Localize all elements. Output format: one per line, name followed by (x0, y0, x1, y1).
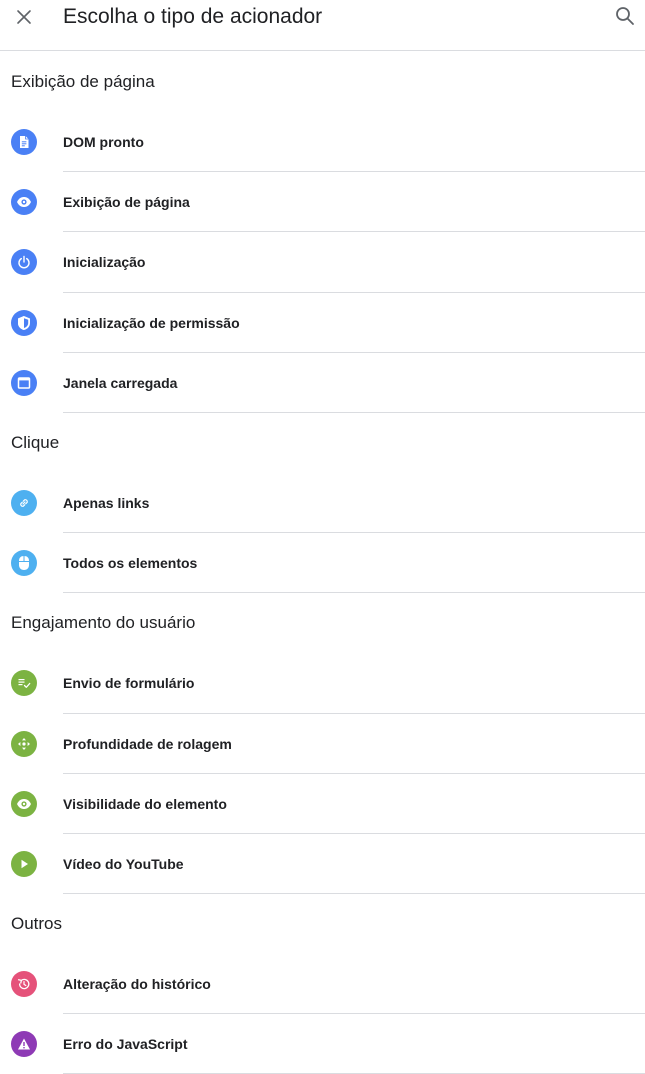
history-icon (11, 971, 37, 998)
trigger-item-label: Profundidade de rolagem (63, 735, 232, 752)
trigger-item-video-do-youtube[interactable]: Vídeo do YouTube (0, 834, 645, 895)
trigger-item-label: Visibilidade do elemento (63, 795, 227, 812)
section-header-outros: Outros (11, 914, 63, 934)
close-button[interactable] (9, 2, 39, 32)
trigger-item-label: Apenas links (63, 495, 150, 512)
trigger-item-erro-do-javascript[interactable]: Erro do JavaScript (0, 1014, 645, 1074)
scroll-icon (11, 730, 37, 757)
trigger-item-janela-carregada[interactable]: Janela carregada (0, 353, 645, 413)
section-header-exibicao-de-pagina: Exibição de página (11, 72, 155, 91)
trigger-item-exibicao-de-pagina[interactable]: Exibição de página (0, 172, 645, 233)
trigger-item-envio-de-formulario[interactable]: Envio de formulário (0, 653, 645, 714)
search-icon (616, 7, 634, 25)
trigger-item-label: Erro do JavaScript (63, 1036, 188, 1053)
eye-icon (11, 790, 37, 817)
page-title: Escolha o tipo de acionador (63, 5, 323, 28)
search-button[interactable] (611, 2, 639, 30)
trigger-item-inicializacao-de-permissao[interactable]: Inicialização de permissão (0, 293, 645, 353)
document-icon (11, 129, 37, 156)
trigger-item-label: Alteração do histórico (63, 976, 211, 993)
trigger-item-label: Inicialização (63, 254, 146, 271)
divider (63, 893, 645, 895)
window-icon (11, 369, 37, 396)
trigger-item-profundidade-de-rolagem[interactable]: Profundidade de rolagem (0, 714, 645, 774)
divider (63, 411, 645, 413)
trigger-item-visibilidade-do-elemento[interactable]: Visibilidade do elemento (0, 774, 645, 834)
top-bar: Escolha o tipo de acionador (0, 0, 645, 51)
trigger-item-todos-os-elementos[interactable]: Todos os elementos (0, 533, 645, 594)
trigger-item-label: Janela carregada (63, 374, 178, 391)
mouse-icon (11, 550, 37, 577)
trigger-item-label: Exibição de página (63, 194, 190, 211)
link-icon (11, 490, 37, 517)
play-icon (11, 850, 37, 877)
eye-icon (11, 189, 37, 216)
warning-icon (11, 1031, 37, 1058)
form-submit-icon (11, 670, 37, 697)
shield-icon (11, 309, 37, 336)
close-icon (17, 10, 31, 24)
divider (63, 592, 645, 594)
trigger-item-label: Envio de formulário (63, 675, 195, 692)
section-header-engajamento-do-usuario: Engajamento do usuário (11, 613, 196, 633)
trigger-item-label: Todos os elementos (63, 555, 198, 572)
trigger-type-list: Exibição de página DOM pronto Exibição de … (0, 52, 645, 1074)
trigger-item-label: Inicialização de permissão (63, 314, 240, 331)
trigger-item-apenas-links[interactable]: Apenas links (0, 473, 645, 534)
power-icon (11, 249, 37, 276)
section-header-clique: Clique (11, 432, 60, 452)
trigger-item-alteracao-do-historico[interactable]: Alteração do histórico (0, 954, 645, 1015)
trigger-item-dom-pronto[interactable]: DOM pronto (0, 112, 645, 173)
trigger-item-label: DOM pronto (63, 134, 144, 151)
trigger-item-label: Vídeo do YouTube (63, 855, 184, 872)
trigger-item-inicializacao[interactable]: Inicialização (0, 232, 645, 293)
